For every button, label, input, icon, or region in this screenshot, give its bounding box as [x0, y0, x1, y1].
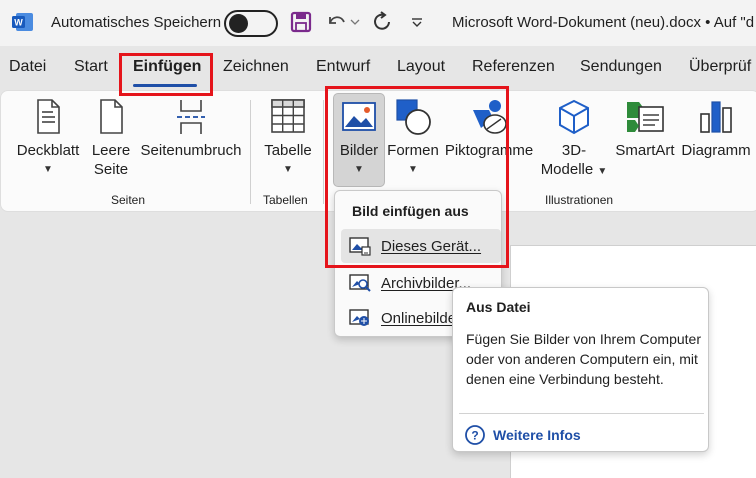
chevron-down-icon: ▼: [283, 164, 293, 175]
title-bar: W Automatisches Speichern Microsoft Word…: [0, 0, 756, 46]
online-pictures-icon: [349, 308, 371, 333]
customize-toolbar-icon[interactable]: [410, 14, 424, 40]
3d-model-icon: [559, 99, 589, 135]
tooltip-divider: [459, 413, 704, 414]
table-icon: [271, 99, 305, 133]
group-separator: [250, 100, 251, 204]
tab-entwurf[interactable]: Entwurf: [316, 58, 370, 76]
svg-text:W: W: [14, 18, 23, 28]
tab-referenzen[interactable]: Referenzen: [472, 58, 555, 76]
blank-page-icon: [100, 99, 123, 134]
tabelle-button[interactable]: Tabelle ▼: [258, 98, 318, 179]
help-circle-icon[interactable]: ?: [464, 424, 486, 451]
diagramm-button[interactable]: Diagramm: [680, 98, 752, 160]
tooltip-body: Fügen Sie Bilder von Ihrem Computer oder…: [466, 331, 701, 387]
chevron-down-icon: ▼: [43, 164, 53, 175]
group-separator: [323, 100, 324, 204]
seitenumbruch-button[interactable]: Seitenumbruch: [140, 98, 242, 160]
save-icon[interactable]: [290, 10, 312, 36]
document-title: Microsoft Word-Dokument (neu).docx • Auf…: [452, 14, 755, 31]
word-logo-icon: W: [12, 12, 34, 32]
autosave-label: Automatisches Speichern: [51, 14, 222, 31]
smartart-icon: [627, 102, 664, 132]
tab-start[interactable]: Start: [74, 58, 108, 76]
highlight-box-bilder: [325, 86, 509, 268]
tabelle-label: Tabelle: [264, 142, 312, 159]
leere-seite-label-line2: Seite: [93, 161, 129, 178]
svg-text:?: ?: [471, 429, 478, 443]
weitere-infos-link[interactable]: Weitere Infos: [493, 427, 581, 443]
tab-sendungen[interactable]: Sendungen: [580, 58, 662, 76]
seitenumbruch-label: Seitenumbruch: [140, 142, 242, 159]
3d-modelle-button[interactable]: 3D- Modelle ▼: [538, 98, 610, 181]
group-label-illustrationen: Illustrationen: [545, 193, 614, 207]
ribbon-tabs: Datei Start Einfügen Zeichnen Entwurf La…: [0, 58, 756, 88]
group-label-tabellen: Tabellen: [263, 193, 308, 207]
diagramm-label: Diagramm: [681, 142, 751, 159]
menu-item-label: Onlinebilde: [381, 310, 457, 327]
group-label-seiten: Seiten: [111, 193, 146, 207]
highlight-box-einfuegen-tab: [119, 53, 213, 96]
tab-datei[interactable]: Datei: [9, 58, 46, 76]
smartart-button[interactable]: SmartArt: [612, 98, 678, 160]
tab-zeichnen[interactable]: Zeichnen: [223, 58, 289, 76]
smartart-label: SmartArt: [615, 142, 675, 159]
leere-seite-button[interactable]: Leere Seite: [86, 98, 136, 179]
autosave-toggle[interactable]: [224, 10, 278, 37]
3d-modelle-label-line2: Modelle ▼: [540, 161, 608, 178]
aus-datei-tooltip: Aus Datei Fügen Sie Bilder von Ihrem Com…: [452, 287, 709, 452]
undo-icon[interactable]: [325, 10, 347, 36]
chart-icon: [700, 101, 732, 133]
tab-ueberpruefen[interactable]: Überprüf: [689, 58, 751, 76]
deckblatt-label: Deckblatt: [16, 142, 80, 159]
cover-page-icon: [37, 99, 60, 134]
leere-seite-label-line1: Leere: [91, 142, 131, 159]
redo-icon[interactable]: [371, 10, 395, 36]
undo-dropdown-icon[interactable]: [350, 14, 360, 40]
tab-layout[interactable]: Layout: [397, 58, 445, 76]
page-break-icon: [177, 100, 205, 134]
3d-modelle-label-line1: 3D-: [561, 142, 587, 159]
stock-images-icon: [349, 273, 371, 298]
deckblatt-button[interactable]: Deckblatt ▼: [14, 98, 82, 179]
tooltip-title: Aus Datei: [466, 299, 531, 315]
